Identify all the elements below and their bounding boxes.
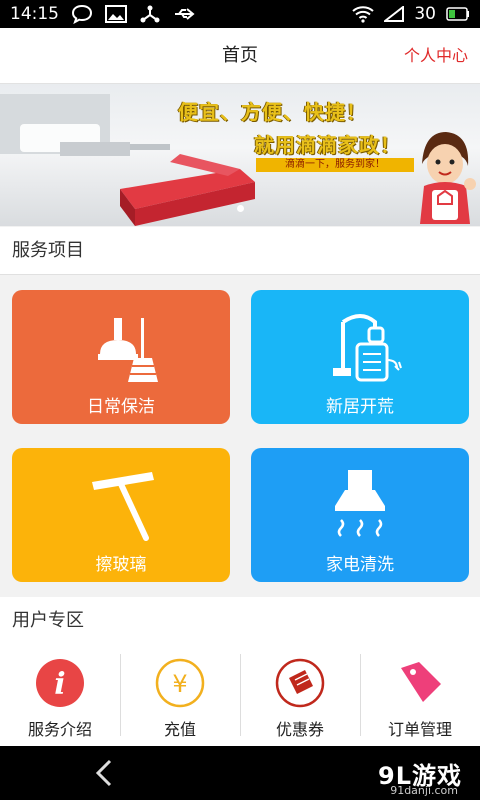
banner-slogan-line2: 就用滴滴家政！ xyxy=(254,133,401,157)
app-header: 首页 个人中心 xyxy=(0,28,480,84)
user-zone-bar: i 服务介绍 ¥ 充值 优惠券 订单管理 xyxy=(0,644,480,746)
battery-level: 30 xyxy=(414,4,436,24)
user-item-label: 服务介绍 xyxy=(27,720,92,739)
service-tile-window-cleaning[interactable]: 擦玻璃 xyxy=(12,448,230,582)
banner-page-indicator[interactable] xyxy=(237,205,244,212)
user-item-recharge[interactable]: ¥ 充值 xyxy=(120,644,240,746)
user-item-service-intro[interactable]: i 服务介绍 xyxy=(0,644,120,746)
yen-icon: ¥ xyxy=(155,658,205,708)
range-hood-icon xyxy=(335,470,385,537)
status-bar: 14:15 30 xyxy=(0,0,480,28)
services-section-title: 服务项目 xyxy=(0,227,480,275)
signal-icon xyxy=(384,6,405,22)
service-label: 日常保洁 xyxy=(87,397,155,417)
squeegee-icon xyxy=(92,472,154,541)
user-item-label: 充值 xyxy=(163,720,196,739)
user-item-label: 优惠券 xyxy=(275,720,324,739)
ticket-icon xyxy=(275,658,325,708)
banner-slogan-line3: 滴滴一下，服务到家！ xyxy=(256,158,414,172)
vacuum-cleaner-icon xyxy=(333,314,402,382)
user-zone-section-title: 用户专区 xyxy=(0,597,480,645)
yen-symbol: ¥ xyxy=(172,670,187,698)
service-label: 新居开荒 xyxy=(326,397,394,417)
info-symbol: i xyxy=(54,667,65,702)
status-time: 14:15 xyxy=(10,4,59,24)
usb-icon xyxy=(175,8,195,20)
profile-link[interactable]: 个人中心 xyxy=(404,28,468,84)
cleaning-tools-icon xyxy=(98,318,158,382)
user-item-coupons[interactable]: 优惠券 xyxy=(240,644,360,746)
banner-slogan-line1: 便宜、方便、快捷！ xyxy=(178,100,367,124)
service-tile-daily-cleaning[interactable]: 日常保洁 xyxy=(12,290,230,424)
mascot-housekeeper-icon xyxy=(420,132,476,224)
battery-icon xyxy=(446,7,469,21)
user-item-orders[interactable]: 订单管理 xyxy=(360,644,480,746)
image-icon xyxy=(105,5,127,23)
usb-share-icon xyxy=(140,5,160,23)
watermark-url: 91danji.com xyxy=(390,784,458,797)
status-notification-icons xyxy=(71,4,197,24)
service-tile-appliance-cleaning[interactable]: 家电清洗 xyxy=(251,448,469,582)
back-icon[interactable] xyxy=(92,758,118,788)
info-icon: i xyxy=(36,659,84,707)
user-item-label: 订单管理 xyxy=(387,720,452,739)
wifi-icon xyxy=(352,6,375,23)
service-tile-new-home[interactable]: 新居开荒 xyxy=(251,290,469,424)
chat-bubble-icon xyxy=(71,4,93,24)
price-tag-icon xyxy=(401,662,441,702)
service-label: 擦玻璃 xyxy=(95,555,147,575)
service-label: 家电清洗 xyxy=(326,555,394,575)
